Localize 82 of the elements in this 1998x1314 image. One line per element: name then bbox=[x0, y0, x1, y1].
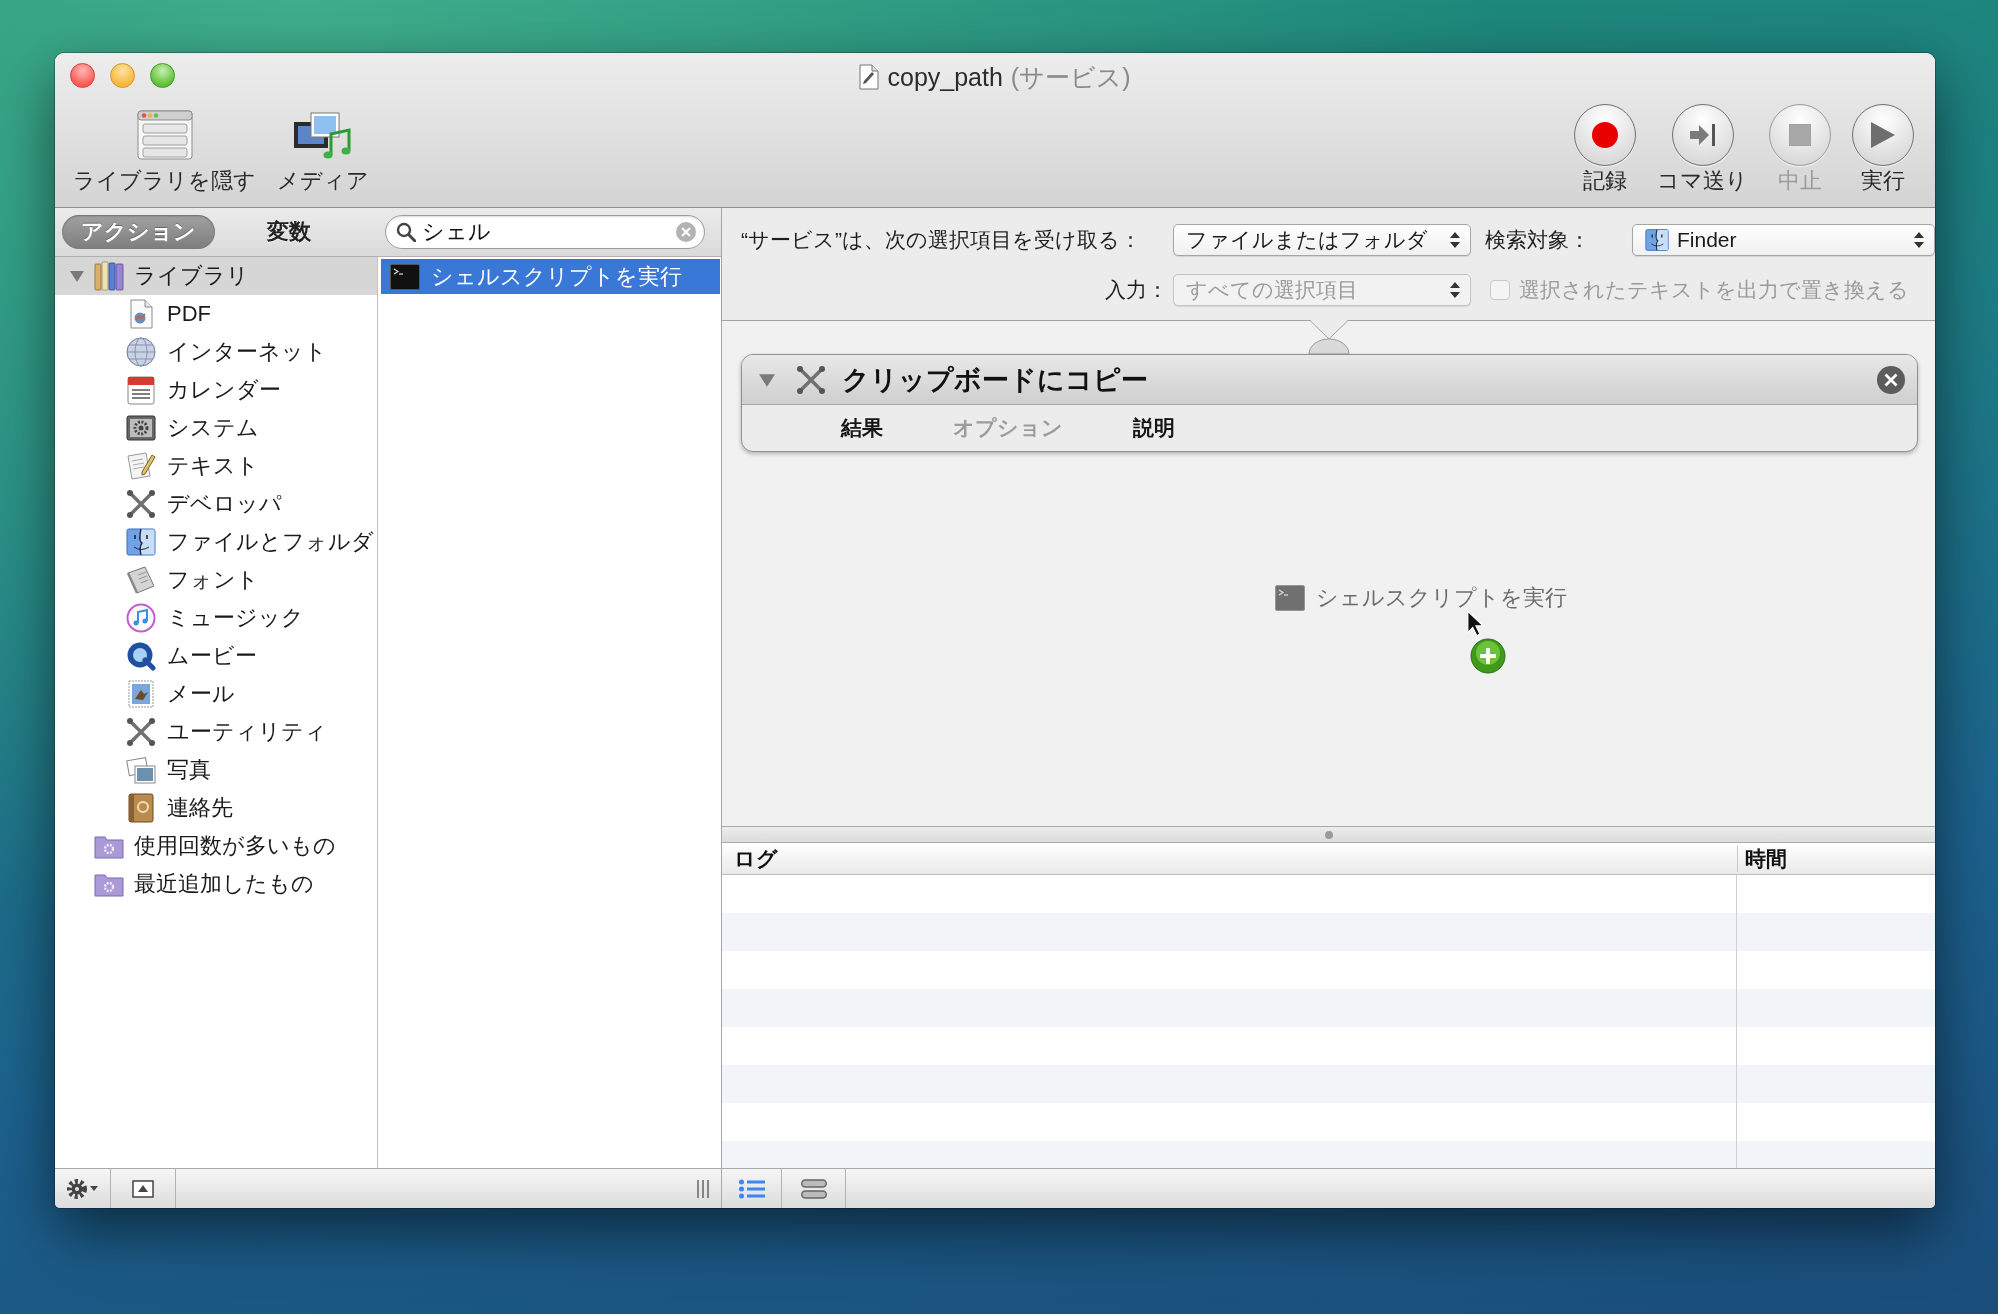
library-item[interactable]: ミュージック bbox=[55, 599, 377, 637]
library-item[interactable]: テキスト bbox=[55, 447, 377, 485]
document-icon bbox=[859, 64, 880, 90]
caret-icon bbox=[90, 1186, 98, 1191]
cursor-arrow-icon bbox=[1467, 610, 1485, 637]
library-item[interactable]: 写真 bbox=[55, 751, 377, 789]
library-item[interactable]: デベロッパ bbox=[55, 485, 377, 523]
list-icon bbox=[738, 1178, 765, 1199]
dragged-action-label: シェルスクリプトを実行 bbox=[1316, 587, 1567, 609]
library-item[interactable]: ムービー bbox=[55, 637, 377, 675]
stamp-icon bbox=[126, 679, 156, 709]
photo-stack-icon bbox=[126, 755, 156, 785]
stepper-arrows-icon bbox=[1914, 232, 1924, 248]
toolbar-button[interactable]: メディア bbox=[277, 97, 369, 194]
search-field[interactable]: シェル bbox=[385, 215, 705, 249]
field-label: 検索対象： bbox=[1484, 227, 1590, 253]
close-button[interactable] bbox=[70, 62, 95, 88]
card-tab[interactable]: 結果 bbox=[841, 414, 883, 442]
play-icon bbox=[1852, 104, 1914, 166]
terminal-icon bbox=[1275, 585, 1305, 611]
crossed-tools-icon bbox=[126, 717, 156, 747]
library-item[interactable]: PDF bbox=[55, 295, 377, 333]
input-type-popup[interactable]: ファイルまたはフォルダ bbox=[1172, 224, 1471, 256]
text-pencil-icon bbox=[126, 451, 156, 481]
zoom-button[interactable] bbox=[150, 62, 175, 88]
disclosure-triangle-icon[interactable] bbox=[759, 371, 775, 388]
books-icon bbox=[94, 261, 124, 291]
library-item[interactable]: ライブラリ bbox=[55, 257, 377, 295]
action-item[interactable]: シェルスクリプトを実行 bbox=[381, 259, 720, 294]
terminal-icon bbox=[390, 263, 420, 290]
library-item[interactable]: ファイルとフォルダ bbox=[55, 523, 377, 561]
clear-icon[interactable] bbox=[676, 222, 696, 242]
library-item[interactable]: フォント bbox=[55, 561, 377, 599]
library-item[interactable]: 連絡先 bbox=[55, 789, 377, 827]
action-title: クリップボードにコピー bbox=[842, 363, 1149, 397]
library-item[interactable]: インターネット bbox=[55, 333, 377, 371]
card-tab[interactable]: 説明 bbox=[1133, 414, 1175, 442]
toolbar-button[interactable]: 実行 bbox=[1852, 97, 1914, 194]
book-icon bbox=[126, 565, 156, 595]
add-badge-icon bbox=[1470, 638, 1506, 674]
window-subtitle: (サービス) bbox=[1010, 61, 1131, 93]
checkbox-label: 選択されたテキストを出力で置き換える bbox=[1518, 277, 1909, 303]
segment-tab[interactable]: 変数 bbox=[248, 215, 330, 249]
field-label: “サービス”は、次の選択項目を受け取る： bbox=[741, 227, 1141, 253]
globe-icon bbox=[126, 337, 156, 367]
column-header[interactable]: ログ bbox=[722, 845, 1737, 872]
minimize-button[interactable] bbox=[110, 62, 135, 88]
calendar-icon bbox=[126, 375, 156, 405]
stepper-arrows-icon bbox=[1449, 232, 1460, 248]
address-book-icon bbox=[126, 793, 156, 823]
library-item[interactable]: 使用回数が多いもの bbox=[55, 827, 377, 865]
application-popup[interactable]: Finder bbox=[1632, 224, 1935, 256]
resize-grip-icon[interactable] bbox=[697, 1179, 709, 1198]
library-item[interactable]: メール bbox=[55, 675, 377, 713]
gear-box-icon bbox=[126, 413, 156, 443]
crossed-tools-icon bbox=[126, 489, 156, 519]
face-tile-icon bbox=[1645, 228, 1669, 252]
column-header[interactable]: 時間 bbox=[1737, 845, 1935, 872]
library-item[interactable]: ユーティリティ bbox=[55, 713, 377, 751]
search-icon bbox=[396, 222, 416, 242]
window-rows-icon bbox=[136, 110, 193, 160]
stacked-bars-icon bbox=[800, 1178, 827, 1199]
triangle-box-icon bbox=[132, 1179, 154, 1198]
library-item[interactable]: システム bbox=[55, 409, 377, 447]
media-icon bbox=[293, 110, 353, 160]
close-icon[interactable] bbox=[1877, 365, 1905, 394]
library-item[interactable]: 最近追加したもの bbox=[55, 865, 377, 903]
lens-circle-icon bbox=[126, 641, 156, 671]
toolbar-button[interactable]: ライブラリを隠す bbox=[73, 97, 256, 194]
face-tile-icon bbox=[126, 527, 156, 557]
toolbar-button[interactable]: 記録 bbox=[1574, 97, 1636, 194]
stepper-arrows-icon bbox=[1449, 282, 1460, 298]
toolbar-button[interactable]: コマ送り bbox=[1657, 97, 1748, 194]
field-label: 入力： bbox=[1104, 277, 1168, 303]
record-icon bbox=[1574, 104, 1636, 166]
crossed-tools-icon bbox=[796, 364, 826, 395]
music-note-icon bbox=[126, 603, 156, 633]
grip-dot-icon bbox=[1324, 830, 1333, 839]
disclosure-triangle-icon[interactable] bbox=[70, 269, 84, 283]
library-item[interactable]: カレンダー bbox=[55, 371, 377, 409]
window-title: copy_path bbox=[887, 62, 1003, 92]
gear-icon bbox=[67, 1178, 87, 1199]
